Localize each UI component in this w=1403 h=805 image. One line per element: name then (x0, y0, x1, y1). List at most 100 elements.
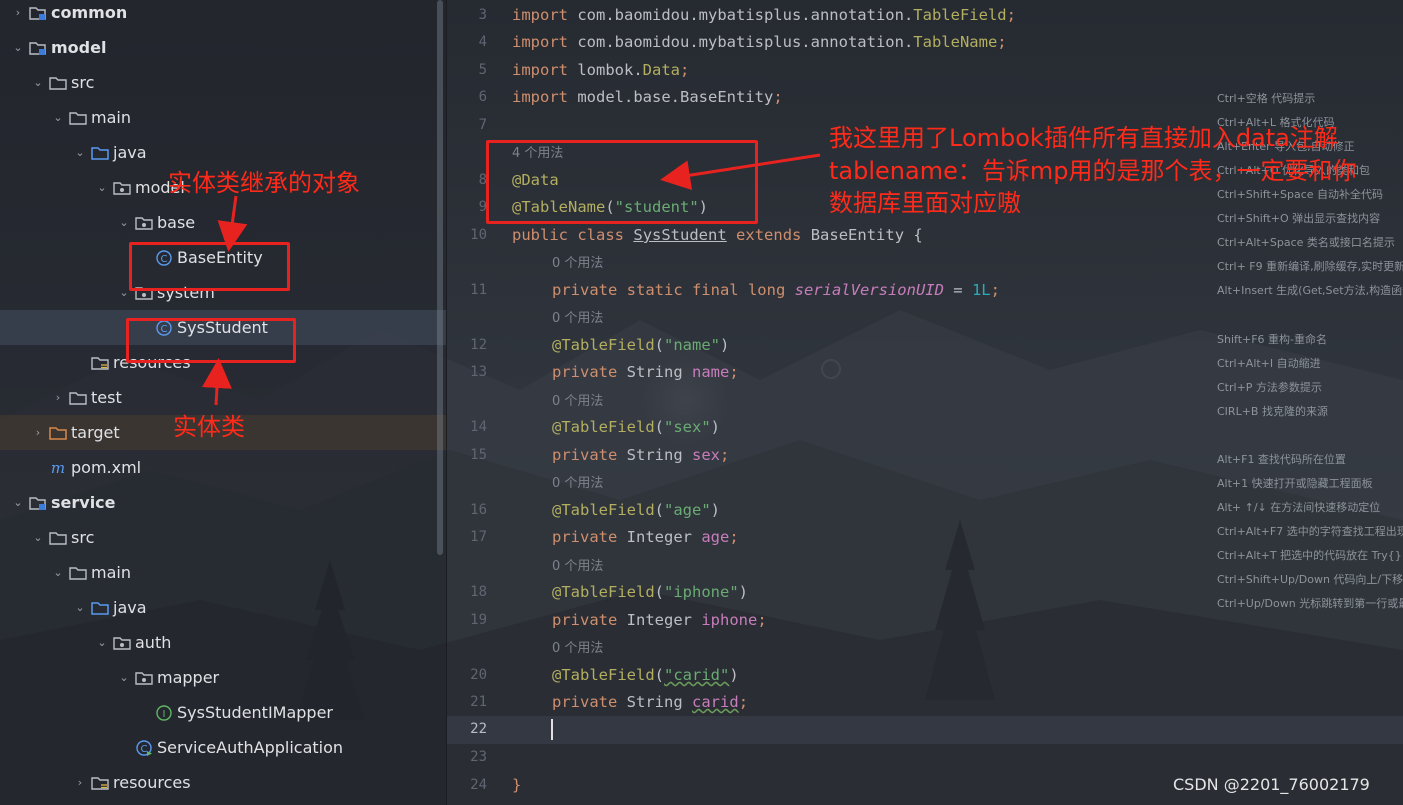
line-number[interactable]: 23 (447, 749, 487, 765)
tree-item-label: resources (113, 773, 191, 792)
tree-item-label: src (71, 528, 95, 547)
tree-item-common[interactable]: › common (0, 0, 446, 30)
chevron-down-icon[interactable]: ⌄ (50, 111, 66, 124)
shortcut-tip: Ctrl+Alt+T 把选中的代码放在 Try{} If{} 里 (1217, 549, 1403, 562)
line-number[interactable]: 20 (447, 667, 487, 683)
tree-item-resources[interactable]: › resources (0, 765, 446, 800)
folder-icon (68, 565, 88, 581)
chevron-down-icon[interactable]: ⌄ (94, 636, 110, 649)
usage-hint[interactable]: 0 个用法 (552, 634, 603, 661)
line-number[interactable]: 24 (447, 777, 487, 793)
line-number[interactable]: 13 (447, 364, 487, 380)
line-number[interactable]: 14 (447, 419, 487, 435)
chevron-down-icon[interactable]: ⌄ (116, 216, 132, 229)
tree-item-src[interactable]: ⌄ src (0, 520, 446, 555)
code-line[interactable]: @TableField("sex") (552, 414, 720, 441)
line-number[interactable]: 9 (447, 199, 487, 215)
line-number[interactable]: 10 (447, 227, 487, 243)
line-number[interactable]: 11 (447, 282, 487, 298)
tree-item-java[interactable]: ⌄ java (0, 590, 446, 625)
code-line[interactable]: import model.base.BaseEntity; (512, 84, 783, 111)
text-caret (551, 719, 553, 740)
line-number[interactable]: 21 (447, 694, 487, 710)
package-icon (112, 635, 132, 651)
tree-item-main[interactable]: ⌄ main (0, 555, 446, 590)
code-line[interactable]: public class SysStudent extends BaseEnti… (512, 222, 923, 249)
code-line[interactable]: @TableField("iphone") (552, 579, 748, 606)
tree-item-src[interactable]: ⌄ src (0, 65, 446, 100)
code-line[interactable]: private String sex; (552, 442, 729, 469)
interface-icon: I (154, 704, 174, 721)
res-folder-icon (90, 355, 110, 371)
line-number[interactable]: 22 (447, 721, 487, 737)
chevron-down-icon[interactable]: ⌄ (30, 531, 46, 544)
line-number[interactable]: 17 (447, 529, 487, 545)
tree-item-label: mapper (157, 668, 220, 687)
line-number[interactable]: 5 (447, 62, 487, 78)
tree-item-auth[interactable]: ⌄ auth (0, 625, 446, 660)
line-number[interactable]: 6 (447, 89, 487, 105)
tree-item-mapper[interactable]: ⌄ mapper (0, 660, 446, 695)
code-line[interactable]: @TableField("carid") (552, 662, 739, 689)
line-number[interactable]: 15 (447, 447, 487, 463)
annotation-lombok-line2: tablename：告诉mp用的是那个表，一定要和你 (829, 157, 1357, 185)
shortcut-tip: Ctrl+空格 代码提示 (1217, 92, 1316, 105)
tree-item-serviceauthapplication[interactable]: C ServiceAuthApplication (0, 730, 446, 765)
svg-text:C: C (141, 744, 148, 755)
line-number[interactable]: 12 (447, 337, 487, 353)
code-line[interactable]: } (512, 772, 521, 799)
code-line[interactable]: private Integer iphone; (552, 607, 767, 634)
code-line[interactable]: @TableField("age") (552, 497, 720, 524)
chevron-right-icon[interactable]: › (72, 776, 88, 789)
line-number[interactable]: 7 (447, 117, 487, 133)
shortcut-tip: Shift+F6 重构-重命名 (1217, 333, 1328, 346)
tree-item-main[interactable]: ⌄ main (0, 100, 446, 135)
line-number[interactable]: 16 (447, 502, 487, 518)
chevron-down-icon[interactable]: ⌄ (94, 181, 110, 194)
code-line[interactable]: import com.baomidou.mybatisplus.annotati… (512, 2, 1016, 29)
chevron-right-icon[interactable]: › (50, 391, 66, 404)
chevron-right-icon[interactable]: › (30, 426, 46, 439)
chevron-down-icon[interactable]: ⌄ (50, 566, 66, 579)
code-line[interactable]: private static final long serialVersionU… (552, 277, 1000, 304)
usage-hint[interactable]: 0 个用法 (552, 469, 603, 496)
tree-item-service[interactable]: ⌄ service (0, 485, 446, 520)
code-line[interactable]: private String name; (552, 359, 739, 386)
usage-hint[interactable]: 0 个用法 (552, 249, 603, 276)
chevron-down-icon[interactable]: ⌄ (72, 601, 88, 614)
usage-hint[interactable]: 0 个用法 (552, 387, 603, 414)
usage-hint[interactable]: 0 个用法 (552, 552, 603, 579)
chevron-right-icon[interactable]: › (10, 6, 26, 19)
line-number-gutter: 3 4 5 6 7 8 9 10 11 12 13 14 15 16 17 18 19 20 21 22 23 24 (447, 0, 495, 805)
code-line[interactable]: import com.baomidou.mybatisplus.annotati… (512, 29, 1007, 56)
code-line[interactable]: private String carid; (552, 689, 748, 716)
code-line[interactable]: import lombok.Data; (512, 57, 689, 84)
chevron-down-icon[interactable]: ⌄ (116, 671, 132, 684)
chevron-down-icon[interactable]: ⌄ (10, 496, 26, 509)
chevron-down-icon[interactable]: ⌄ (10, 41, 26, 54)
line-number[interactable]: 8 (447, 172, 487, 188)
tree-item-base[interactable]: ⌄ base (0, 205, 446, 240)
chevron-down-icon[interactable]: ⌄ (30, 76, 46, 89)
line-number[interactable]: 3 (447, 7, 487, 23)
code-line[interactable]: @TableField("name") (552, 332, 729, 359)
tree-item-model[interactable]: ⌄ model (0, 30, 446, 65)
tree-item-sysstudentimapper[interactable]: I SysStudentIMapper (0, 695, 446, 730)
project-tree-panel: › common ⌄ model ⌄ src ⌄ main ⌄ java ⌄ model ⌄ base C B… (0, 0, 446, 805)
chevron-down-icon[interactable]: ⌄ (72, 146, 88, 159)
annotation-entity: 实体类 (173, 413, 245, 441)
app-class-icon: C (134, 739, 154, 756)
line-number[interactable]: 18 (447, 584, 487, 600)
line-number[interactable]: 4 (447, 34, 487, 50)
shortcut-tip: Alt+1 快速打开或隐藏工程面板 (1217, 477, 1373, 490)
tree-item-pom-xml[interactable]: m pom.xml (0, 450, 446, 485)
annotation-lombok-line3: 数据库里面对应嗷 (829, 189, 1021, 217)
tree-scrollbar[interactable] (437, 0, 443, 555)
usage-hint[interactable]: 0 个用法 (552, 304, 603, 331)
code-line[interactable]: private Integer age; (552, 524, 739, 551)
tree-item-label: SysStudentIMapper (177, 703, 334, 722)
src-folder-icon (90, 145, 110, 161)
shortcut-tip: Alt+F1 查找代码所在位置 (1217, 453, 1346, 466)
line-number[interactable]: 19 (447, 612, 487, 628)
tree-item-label: ServiceAuthApplication (157, 738, 344, 757)
